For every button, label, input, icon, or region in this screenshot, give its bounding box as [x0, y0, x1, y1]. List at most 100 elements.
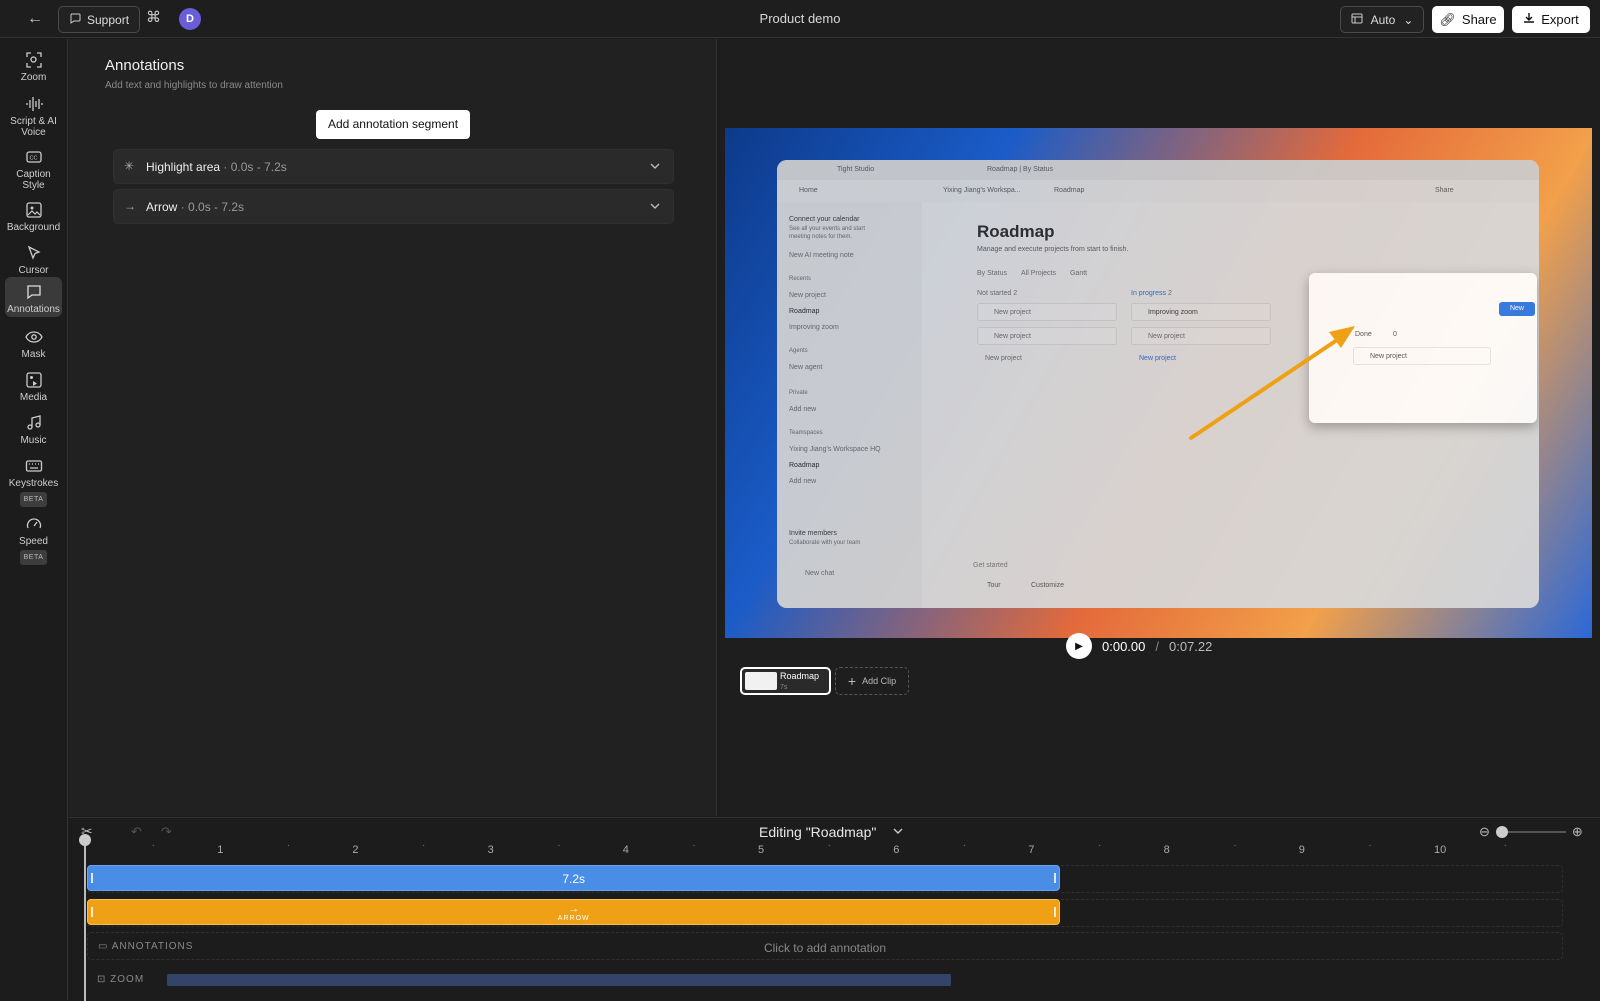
- playhead-handle[interactable]: [79, 834, 91, 846]
- redo-icon[interactable]: ↷: [161, 824, 172, 840]
- command-icon[interactable]: ⌘: [146, 8, 161, 26]
- timeline-zoom-slider[interactable]: [1495, 826, 1566, 838]
- time-ruler[interactable]: 1 2 3 4 5 6 7 8 9 10 · · · · · · · · · · ·: [85, 840, 1565, 860]
- ruler-tick-label: 8: [1163, 844, 1170, 856]
- sidebar-label: Keystrokes: [8, 478, 59, 489]
- ruler-half-mark: ·: [422, 840, 426, 851]
- ruler-half-mark: ·: [692, 840, 696, 851]
- sidebar-item-mask[interactable]: Mask: [5, 322, 62, 362]
- sidebar-item-script[interactable]: Script & AI Voice: [5, 89, 62, 139]
- add-clip-button[interactable]: + Add Clip: [835, 667, 909, 695]
- sidebar-item-zoom[interactable]: Zoom: [5, 45, 62, 87]
- sidebar-item-annotations[interactable]: Annotations: [5, 277, 62, 317]
- sparkle-icon: ✳: [124, 159, 135, 173]
- segment-time: · 0.0s - 7.2s: [223, 160, 287, 174]
- link-icon: 🔗︎: [1439, 11, 1456, 27]
- sidebar-label: Speed: [19, 536, 48, 547]
- zoom-in-icon[interactable]: ⊕: [1572, 824, 1583, 840]
- arrow-bar-label: ARROW: [557, 915, 590, 922]
- beta-badge: BETA: [19, 550, 48, 565]
- video-canvas[interactable]: Tight Studio Roadmap | By Status Home Yi…: [725, 128, 1592, 638]
- trim-handle-left[interactable]: [91, 873, 93, 883]
- sidebar-item-keystrokes[interactable]: Keystrokes BETA: [5, 451, 62, 507]
- clip-bar[interactable]: 7.2s: [87, 865, 1061, 891]
- trim-handle-left[interactable]: [91, 907, 93, 917]
- add-annotation-segment-button[interactable]: Add annotation segment: [316, 110, 470, 139]
- aspect-ratio-dropdown[interactable]: Auto ⌄: [1340, 6, 1424, 33]
- zoom-track[interactable]: ⊡ ZOOM: [87, 968, 1563, 992]
- image-icon: [5, 201, 62, 219]
- support-button[interactable]: Support: [58, 6, 141, 33]
- zoom-label-text: ZOOM: [110, 974, 145, 985]
- sidebar-item-media[interactable]: Media: [5, 365, 62, 405]
- aspect-ratio-label: Auto: [1370, 12, 1396, 27]
- arrow-annotation-bar[interactable]: → ARROW: [87, 899, 1061, 925]
- playhead[interactable]: [84, 836, 86, 1001]
- sidebar-label: Zoom: [20, 72, 47, 83]
- chevron-down-icon[interactable]: [649, 159, 661, 177]
- export-label: Export: [1541, 12, 1579, 27]
- sidebar-item-caption[interactable]: CC Caption Style: [5, 142, 62, 191]
- zoom-track-label: ⊡ ZOOM: [97, 974, 144, 985]
- svg-text:CC: CC: [29, 156, 37, 162]
- segment-name: Arrow: [146, 200, 178, 214]
- editing-clip-dropdown[interactable]: Editing "Roadmap": [759, 824, 904, 840]
- zoom-segment-bar[interactable]: [167, 974, 952, 986]
- ruler-tick-label: 9: [1298, 844, 1305, 856]
- panel-subtitle: Add text and highlights to draw attentio…: [105, 80, 283, 91]
- annotations-track[interactable]: ▭ ANNOTATIONS Click to add annotation: [87, 932, 1563, 960]
- playback-controls: ▶ 0:00.00 / 0:07.22: [1066, 633, 1212, 659]
- caption-icon: CC: [5, 148, 62, 166]
- tool-sidebar: Zoom Script & AI Voice CC Caption Style …: [0, 39, 68, 1000]
- sidebar-label: Cursor: [18, 265, 49, 276]
- back-arrow-icon[interactable]: ←: [24, 9, 46, 29]
- top-bar: ← Support ⌘ D Product demo Auto ⌄ 🔗︎ Sha…: [0, 0, 1600, 38]
- sidebar-label: Media: [19, 392, 48, 403]
- panel-title: Annotations: [105, 57, 185, 74]
- sidebar-label: Script & AI Voice: [10, 116, 57, 138]
- arrow-right-icon: →: [124, 199, 136, 213]
- cursor-icon: [5, 244, 62, 262]
- timeline: ✂ ↶ ↷ Editing "Roadmap" ⊖ ⊕ 1 2 3 4 5 6 7 8 9 10 ·…: [69, 817, 1600, 1001]
- arrow-annotation[interactable]: [725, 128, 1592, 638]
- clip-roadmap[interactable]: Roadmap 7s: [740, 667, 831, 695]
- trim-handle-right[interactable]: [1054, 907, 1057, 917]
- chevron-down-icon[interactable]: [649, 199, 661, 217]
- share-label: Share: [1461, 12, 1497, 27]
- slider-knob[interactable]: [1495, 826, 1508, 838]
- sidebar-item-music[interactable]: Music: [5, 408, 62, 448]
- clip-length-label: 7.2s: [562, 872, 586, 886]
- ruler-tick-label: 4: [622, 844, 629, 856]
- play-button[interactable]: ▶: [1066, 633, 1092, 659]
- sidebar-item-cursor[interactable]: Cursor: [5, 238, 62, 278]
- ruler-half-mark: ·: [286, 840, 291, 851]
- sidebar-item-background[interactable]: Background: [5, 195, 62, 235]
- add-clip-label: Add Clip: [862, 676, 897, 686]
- zoom-out-icon[interactable]: ⊖: [1479, 824, 1490, 840]
- media-icon: [5, 371, 62, 389]
- sidebar-item-speed[interactable]: Speed BETA: [5, 509, 62, 565]
- gauge-icon: [5, 515, 62, 533]
- arrow-right-icon: →: [568, 903, 580, 915]
- ruler-tick-label: 6: [893, 844, 900, 856]
- trim-handle-right[interactable]: [1054, 873, 1057, 883]
- sidebar-label: Background: [6, 222, 61, 233]
- download-icon: [1523, 12, 1535, 27]
- avatar[interactable]: D: [179, 8, 201, 30]
- segment-highlight-area[interactable]: ✳ Highlight area · 0.0s - 7.2s: [113, 149, 674, 184]
- eye-icon: [5, 328, 62, 346]
- export-button[interactable]: Export: [1512, 6, 1590, 33]
- segment-arrow[interactable]: → Arrow · 0.0s - 7.2s: [113, 189, 674, 224]
- undo-icon[interactable]: ↶: [131, 824, 142, 840]
- segment-label: Highlight area · 0.0s - 7.2s: [146, 160, 287, 174]
- time-separator: /: [1155, 638, 1159, 654]
- timeline-zoom-control: ⊖ ⊕: [1479, 824, 1583, 840]
- ruler-tick-label: 7: [1028, 844, 1035, 856]
- sidebar-label: Mask: [21, 349, 46, 360]
- ruler-half-mark: ·: [1233, 840, 1237, 851]
- chevron-down-icon: ⌄: [1403, 12, 1414, 27]
- ruler-tick-label: 5: [758, 844, 765, 856]
- plus-icon: +: [847, 673, 857, 689]
- share-button[interactable]: 🔗︎ Share: [1432, 6, 1504, 33]
- video-preview-pane: Tight Studio Roadmap | By Status Home Yi…: [718, 39, 1600, 816]
